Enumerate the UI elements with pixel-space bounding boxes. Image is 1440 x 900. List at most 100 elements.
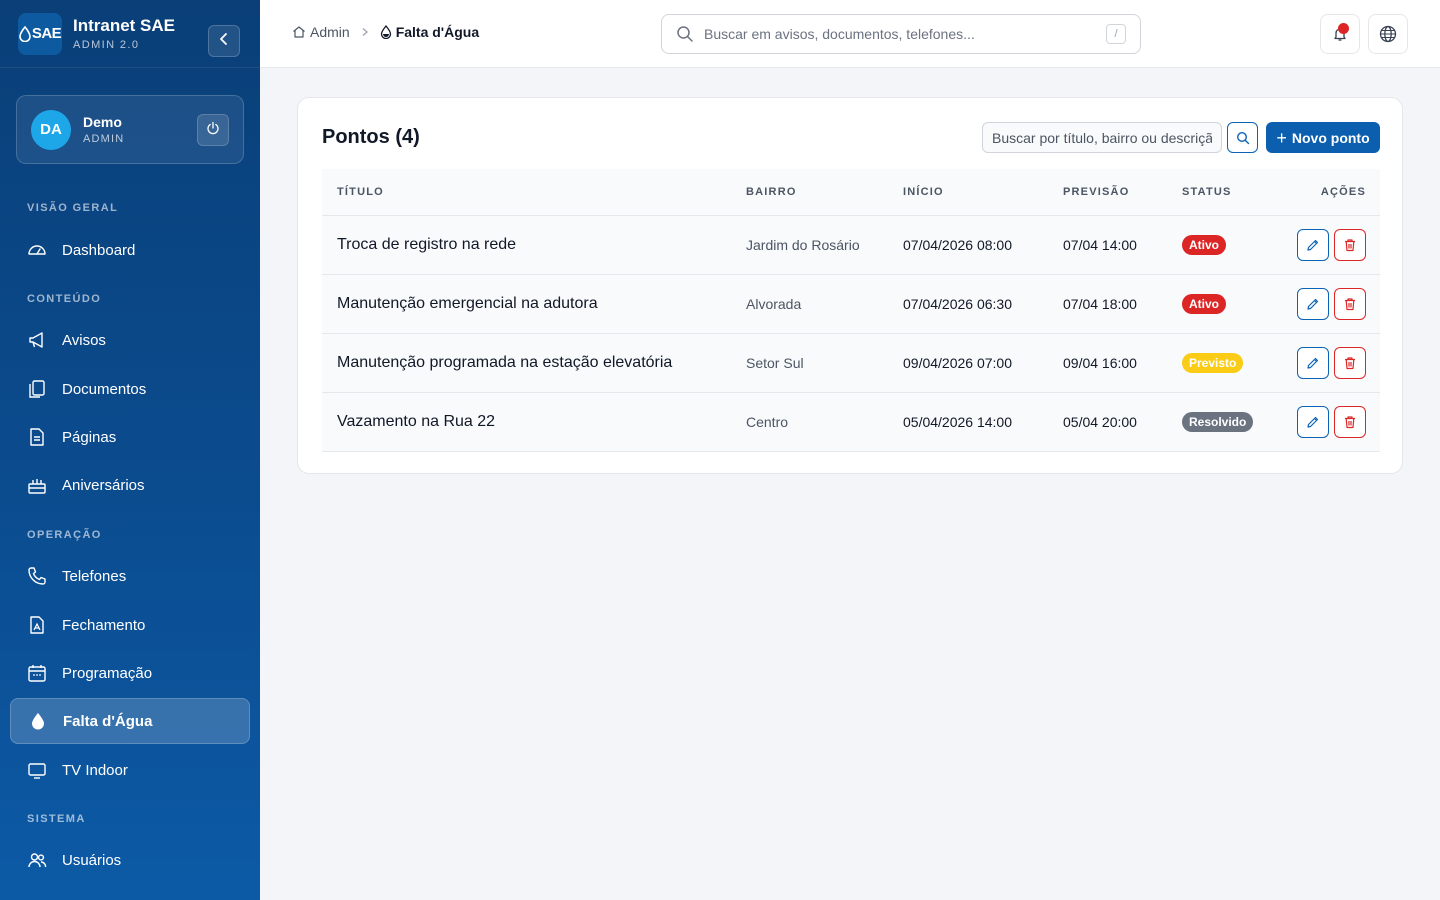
user-name: Demo <box>83 114 122 130</box>
breadcrumb-current: Falta d'Água <box>380 24 479 40</box>
avatar: DA <box>31 109 71 150</box>
cell-bairro: Setor Sul <box>731 333 888 393</box>
sidebar-item-documentos[interactable]: Documentos <box>10 366 250 412</box>
cell-inicio: 09/04/2026 07:00 <box>888 333 1048 393</box>
cell-bairro: Centro <box>731 392 888 452</box>
pontos-search-input[interactable] <box>982 122 1222 153</box>
cell-previsao: 09/04 16:00 <box>1048 333 1167 393</box>
users-icon <box>26 849 48 871</box>
delete-button[interactable] <box>1334 287 1366 320</box>
card-title: Pontos (4) <box>322 126 420 148</box>
global-search-input[interactable] <box>704 26 1106 42</box>
sidebar-item-aniversarios[interactable]: Aniversários <box>10 462 250 508</box>
status-badge: Ativo <box>1182 293 1226 314</box>
trash-icon <box>1343 356 1357 370</box>
logo-text: SAE <box>31 25 62 42</box>
pontos-search-button[interactable] <box>1227 122 1258 153</box>
trash-icon <box>1343 415 1357 429</box>
nav-section-visao-geral: VISÃO GERAL <box>27 202 119 214</box>
sidebar-item-label: Telefones <box>62 567 127 585</box>
trash-icon <box>1343 297 1357 311</box>
pencil-icon <box>1306 356 1320 370</box>
search-icon <box>1236 131 1250 145</box>
edit-button[interactable] <box>1297 405 1329 438</box>
edit-button[interactable] <box>1297 346 1329 379</box>
sidebar-item-paginas[interactable]: Páginas <box>10 414 250 460</box>
cell-inicio: 07/04/2026 06:30 <box>888 274 1048 334</box>
calendar-icon <box>26 662 48 684</box>
cell-status: Ativo <box>1167 215 1267 275</box>
sidebar-item-avisos[interactable]: Avisos <box>10 317 250 363</box>
cell-status: Ativo <box>1167 274 1267 334</box>
table-row: Manutenção emergencial na adutora Alvora… <box>322 274 1380 334</box>
search-shortcut-key: / <box>1106 24 1126 44</box>
column-header-previsao[interactable]: PREVISÃO <box>1048 169 1167 216</box>
gauge-icon <box>26 239 48 261</box>
topbar: Admin Falta d'Água / <box>260 0 1440 68</box>
sidebar-item-label: Programação <box>62 664 153 682</box>
brand-subtitle: ADMIN 2.0 <box>73 39 140 51</box>
new-ponto-button[interactable]: + Novo ponto <box>1266 122 1380 153</box>
pontos-table: TÍTULO BAIRRO INÍCIO PREVISÃO STATUS AÇÕ… <box>322 169 1380 452</box>
cell-status: Previsto <box>1167 333 1267 393</box>
breadcrumb-root-label: Admin <box>310 24 350 40</box>
trash-icon <box>1343 238 1357 252</box>
pontos-card: Pontos (4) + Novo ponto TÍTULO BAIRRO IN… <box>297 97 1403 474</box>
collapse-sidebar-button[interactable] <box>208 25 240 57</box>
tv-icon <box>26 759 48 781</box>
chevron-left-icon <box>217 32 231 51</box>
logout-button[interactable] <box>197 114 229 146</box>
status-badge: Ativo <box>1182 234 1226 255</box>
sidebar-item-telefones[interactable]: Telefones <box>10 553 250 599</box>
column-header-status[interactable]: STATUS <box>1167 169 1267 216</box>
column-header-bairro[interactable]: BAIRRO <box>731 169 888 216</box>
cell-bairro: Jardim do Rosário <box>731 215 888 275</box>
documents-icon <box>26 378 48 400</box>
cell-previsao: 07/04 14:00 <box>1048 215 1167 275</box>
sidebar-item-fechamento[interactable]: Fechamento <box>10 602 250 648</box>
cell-acoes <box>1267 392 1380 452</box>
notifications-button[interactable] <box>1320 14 1360 54</box>
sidebar-item-programacao[interactable]: Programação <box>10 650 250 696</box>
megaphone-icon <box>26 329 48 351</box>
cake-icon <box>26 474 48 496</box>
pencil-icon <box>1306 415 1320 429</box>
cell-acoes <box>1267 274 1380 334</box>
table-row: Manutenção programada na estação elevató… <box>322 333 1380 393</box>
pdf-file-icon <box>26 614 48 636</box>
breadcrumb-admin[interactable]: Admin <box>292 24 350 40</box>
table-row: Troca de registro na rede Jardim do Rosá… <box>322 215 1380 275</box>
column-header-titulo[interactable]: TÍTULO <box>322 169 731 216</box>
sidebar-item-tv-indoor[interactable]: TV Indoor <box>10 747 250 793</box>
sidebar-item-label: Páginas <box>62 428 117 446</box>
power-icon <box>206 121 220 140</box>
cell-previsao: 05/04 20:00 <box>1048 392 1167 452</box>
table-header-row: TÍTULO BAIRRO INÍCIO PREVISÃO STATUS AÇÕ… <box>322 169 1380 216</box>
cell-previsao: 07/04 18:00 <box>1048 274 1167 334</box>
cell-titulo: Manutenção programada na estação elevató… <box>322 333 731 393</box>
edit-button[interactable] <box>1297 287 1329 320</box>
pencil-icon <box>1306 297 1320 311</box>
home-icon <box>292 25 306 39</box>
user-role: ADMIN <box>83 133 125 145</box>
cell-acoes <box>1267 215 1380 275</box>
sidebar-item-label: Aniversários <box>62 476 145 494</box>
sidebar-item-label: Documentos <box>62 380 147 398</box>
page-icon <box>26 426 48 448</box>
delete-button[interactable] <box>1334 346 1366 379</box>
sidebar-item-usuarios[interactable]: Usuários <box>10 837 250 883</box>
global-search: / <box>661 14 1141 54</box>
sidebar-item-label: Falta d'Água <box>63 712 153 730</box>
cell-bairro: Alvorada <box>731 274 888 334</box>
language-button[interactable] <box>1368 14 1408 54</box>
cell-inicio: 07/04/2026 08:00 <box>888 215 1048 275</box>
breadcrumb: Admin Falta d'Água <box>292 24 479 40</box>
notification-dot <box>1338 23 1349 34</box>
sidebar-item-dashboard[interactable]: Dashboard <box>10 227 250 273</box>
delete-button[interactable] <box>1334 228 1366 261</box>
edit-button[interactable] <box>1297 228 1329 261</box>
plus-icon: + <box>1276 127 1287 148</box>
sidebar-item-falta-dagua[interactable]: Falta d'Água <box>10 698 250 744</box>
column-header-inicio[interactable]: INÍCIO <box>888 169 1048 216</box>
delete-button[interactable] <box>1334 405 1366 438</box>
